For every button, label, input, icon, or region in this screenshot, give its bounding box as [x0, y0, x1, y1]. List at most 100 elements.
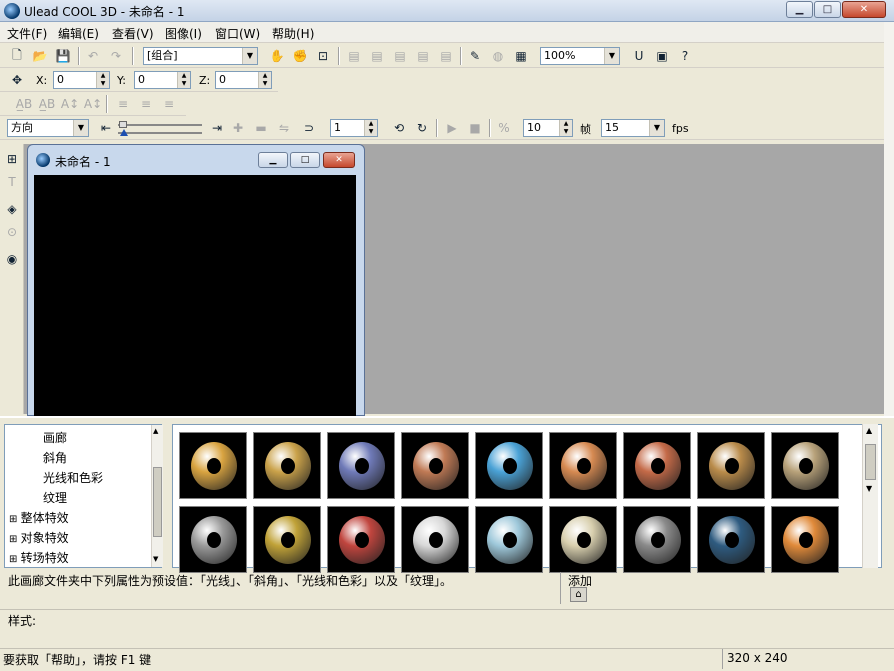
loop-icon[interactable]: ⟲ [390, 119, 408, 137]
text-height-2-icon[interactable]: A↕ [84, 95, 102, 113]
minimize-button[interactable]: ▁ [786, 1, 813, 18]
zoom-select[interactable]: 100% ▼ [540, 47, 620, 65]
spin-arrows-icon[interactable]: ▲ ▼ [364, 120, 377, 136]
gallery-thumbnail[interactable] [253, 506, 321, 573]
web-icon[interactable]: ▣ [653, 47, 671, 65]
gallery-thumbnail[interactable] [179, 506, 247, 573]
insert-geometry-icon[interactable]: ◉ [3, 250, 21, 268]
frames-total-input[interactable]: 10 ▲ ▼ [523, 119, 573, 137]
insert-object-icon[interactable]: ⊞ [3, 150, 21, 168]
gallery-thumbnail[interactable] [623, 432, 691, 499]
fit-view-icon[interactable]: ⊡ [314, 47, 332, 65]
new-file-icon[interactable]: 🗋 [8, 47, 26, 65]
gallery-thumbnail[interactable] [327, 506, 395, 573]
fps-select[interactable]: 15 ▼ [601, 119, 665, 137]
gallery-thumbnail[interactable] [401, 432, 469, 499]
menu-help[interactable]: 帮助(H) [272, 25, 314, 42]
spin-arrows-icon[interactable]: ▲ ▼ [559, 120, 572, 136]
align-tool-2-icon[interactable]: ▤ [368, 47, 386, 65]
align-tool-1-icon[interactable]: ▤ [345, 47, 363, 65]
gallery-thumbnail[interactable] [179, 432, 247, 499]
globe-icon[interactable]: ◍ [489, 47, 507, 65]
move-object-icon[interactable]: ✥ [8, 71, 26, 89]
timeline-slider[interactable] [118, 121, 202, 137]
maximize-button[interactable]: □ [814, 1, 841, 18]
spin-arrows-icon[interactable]: ▲ ▼ [96, 72, 109, 88]
document-close-button[interactable]: ✕ [323, 152, 355, 168]
tree-item[interactable]: 斜角 [43, 449, 67, 466]
redo-icon[interactable]: ↷ [107, 47, 125, 65]
spin-arrows-icon[interactable]: ▲ ▼ [177, 72, 190, 88]
document-maximize-button[interactable]: □ [290, 152, 320, 168]
close-button[interactable]: ✕ [842, 1, 886, 18]
menu-edit[interactable]: 编辑(E) [58, 25, 99, 42]
gallery-thumbnail[interactable] [771, 506, 839, 573]
last-frame-icon[interactable]: ⇥ [208, 119, 226, 137]
gallery-thumbnail[interactable] [697, 506, 765, 573]
first-frame-icon[interactable]: ⇤ [97, 119, 115, 137]
open-folder-icon[interactable]: 📂 [31, 47, 49, 65]
document-minimize-button[interactable]: ▁ [258, 152, 288, 168]
tree-item[interactable]: 光线和色彩 [43, 469, 103, 486]
object-select[interactable]: [组合] ▼ [143, 47, 258, 65]
property-select[interactable]: 方向 ▼ [7, 119, 89, 137]
align-left-icon[interactable]: ≡ [114, 95, 132, 113]
y-input[interactable]: 0 ▲ ▼ [134, 71, 191, 89]
text-spacing-icon[interactable]: A̲B [15, 95, 33, 113]
gallery-thumbnail[interactable] [623, 506, 691, 573]
percent-icon[interactable]: % [495, 119, 513, 137]
gallery-scrollbar[interactable]: ▲ ▼ [862, 424, 878, 568]
edit-text-icon[interactable]: T [3, 173, 21, 191]
scroll-up-icon[interactable]: ▲ [866, 426, 872, 435]
tree-item[interactable]: 画廊 [43, 429, 67, 446]
frame-input[interactable]: 1 ▲ ▼ [330, 119, 378, 137]
scroll-up-icon[interactable]: ▲ [153, 427, 158, 435]
chart-icon[interactable]: ▦ [512, 47, 530, 65]
save-icon[interactable]: 💾 [54, 47, 72, 65]
spin-arrows-icon[interactable]: ▲ ▼ [258, 72, 271, 88]
gallery-thumbnail[interactable] [549, 506, 617, 573]
add-to-gallery-icon[interactable]: ⌂ [570, 587, 587, 602]
play-icon[interactable]: ▶ [443, 119, 461, 137]
scroll-thumb[interactable] [865, 444, 876, 480]
tree-item[interactable]: ⊞ 对象特效 [9, 529, 69, 546]
reverse-keyframe-icon[interactable]: ⇋ [275, 119, 293, 137]
pingpong-icon[interactable]: ↻ [413, 119, 431, 137]
gallery-thumbnail[interactable] [253, 432, 321, 499]
paint-icon[interactable]: ✎ [466, 47, 484, 65]
tree-item[interactable]: ⊞ 整体特效 [9, 509, 69, 526]
remove-keyframe-icon[interactable]: ▬ [252, 119, 270, 137]
align-right-icon[interactable]: ≡ [160, 95, 178, 113]
menu-window[interactable]: 窗口(W) [215, 25, 260, 42]
align-center-icon[interactable]: ≡ [137, 95, 155, 113]
add-keyframe-icon[interactable]: ✚ [229, 119, 247, 137]
undo-icon[interactable]: ↶ [84, 47, 102, 65]
rotate-hand-icon[interactable]: ✊ [291, 47, 309, 65]
insert-shape-icon[interactable]: ◈ [3, 200, 21, 218]
text-spacing-2-icon[interactable]: A̲B [38, 95, 56, 113]
ulead-icon[interactable]: U [630, 47, 648, 65]
tree-scrollbar[interactable]: ▲ ▼ [151, 425, 163, 567]
x-input[interactable]: 0 ▲ ▼ [53, 71, 110, 89]
gallery-thumbnail[interactable] [549, 432, 617, 499]
gallery-thumbnail[interactable] [327, 432, 395, 499]
expand-icon[interactable]: ⊞ [9, 554, 21, 565]
document-window[interactable]: 未命名 - 1 ▁ □ ✕ [27, 144, 365, 417]
expand-icon[interactable]: ⊞ [9, 514, 21, 525]
pan-hand-icon[interactable]: ✋ [268, 47, 286, 65]
gallery-thumbnail[interactable] [401, 506, 469, 573]
menu-view[interactable]: 查看(V) [112, 25, 154, 42]
select-object-icon[interactable]: ⊙ [3, 223, 21, 241]
text-height-icon[interactable]: A↕ [61, 95, 79, 113]
context-help-icon[interactable]: ? [676, 47, 694, 65]
gallery-thumbnail[interactable] [771, 432, 839, 499]
expand-icon[interactable]: ⊞ [9, 534, 21, 545]
render-canvas[interactable] [34, 175, 356, 417]
menu-image[interactable]: 图像(I) [165, 25, 202, 42]
gallery-thumbnail[interactable] [475, 506, 543, 573]
loop-toggle-icon[interactable]: ⊃ [300, 119, 318, 137]
scroll-down-icon[interactable]: ▼ [866, 484, 872, 493]
gallery-thumbnail[interactable] [697, 432, 765, 499]
stop-icon[interactable]: ■ [466, 119, 484, 137]
align-tool-3-icon[interactable]: ▤ [391, 47, 409, 65]
